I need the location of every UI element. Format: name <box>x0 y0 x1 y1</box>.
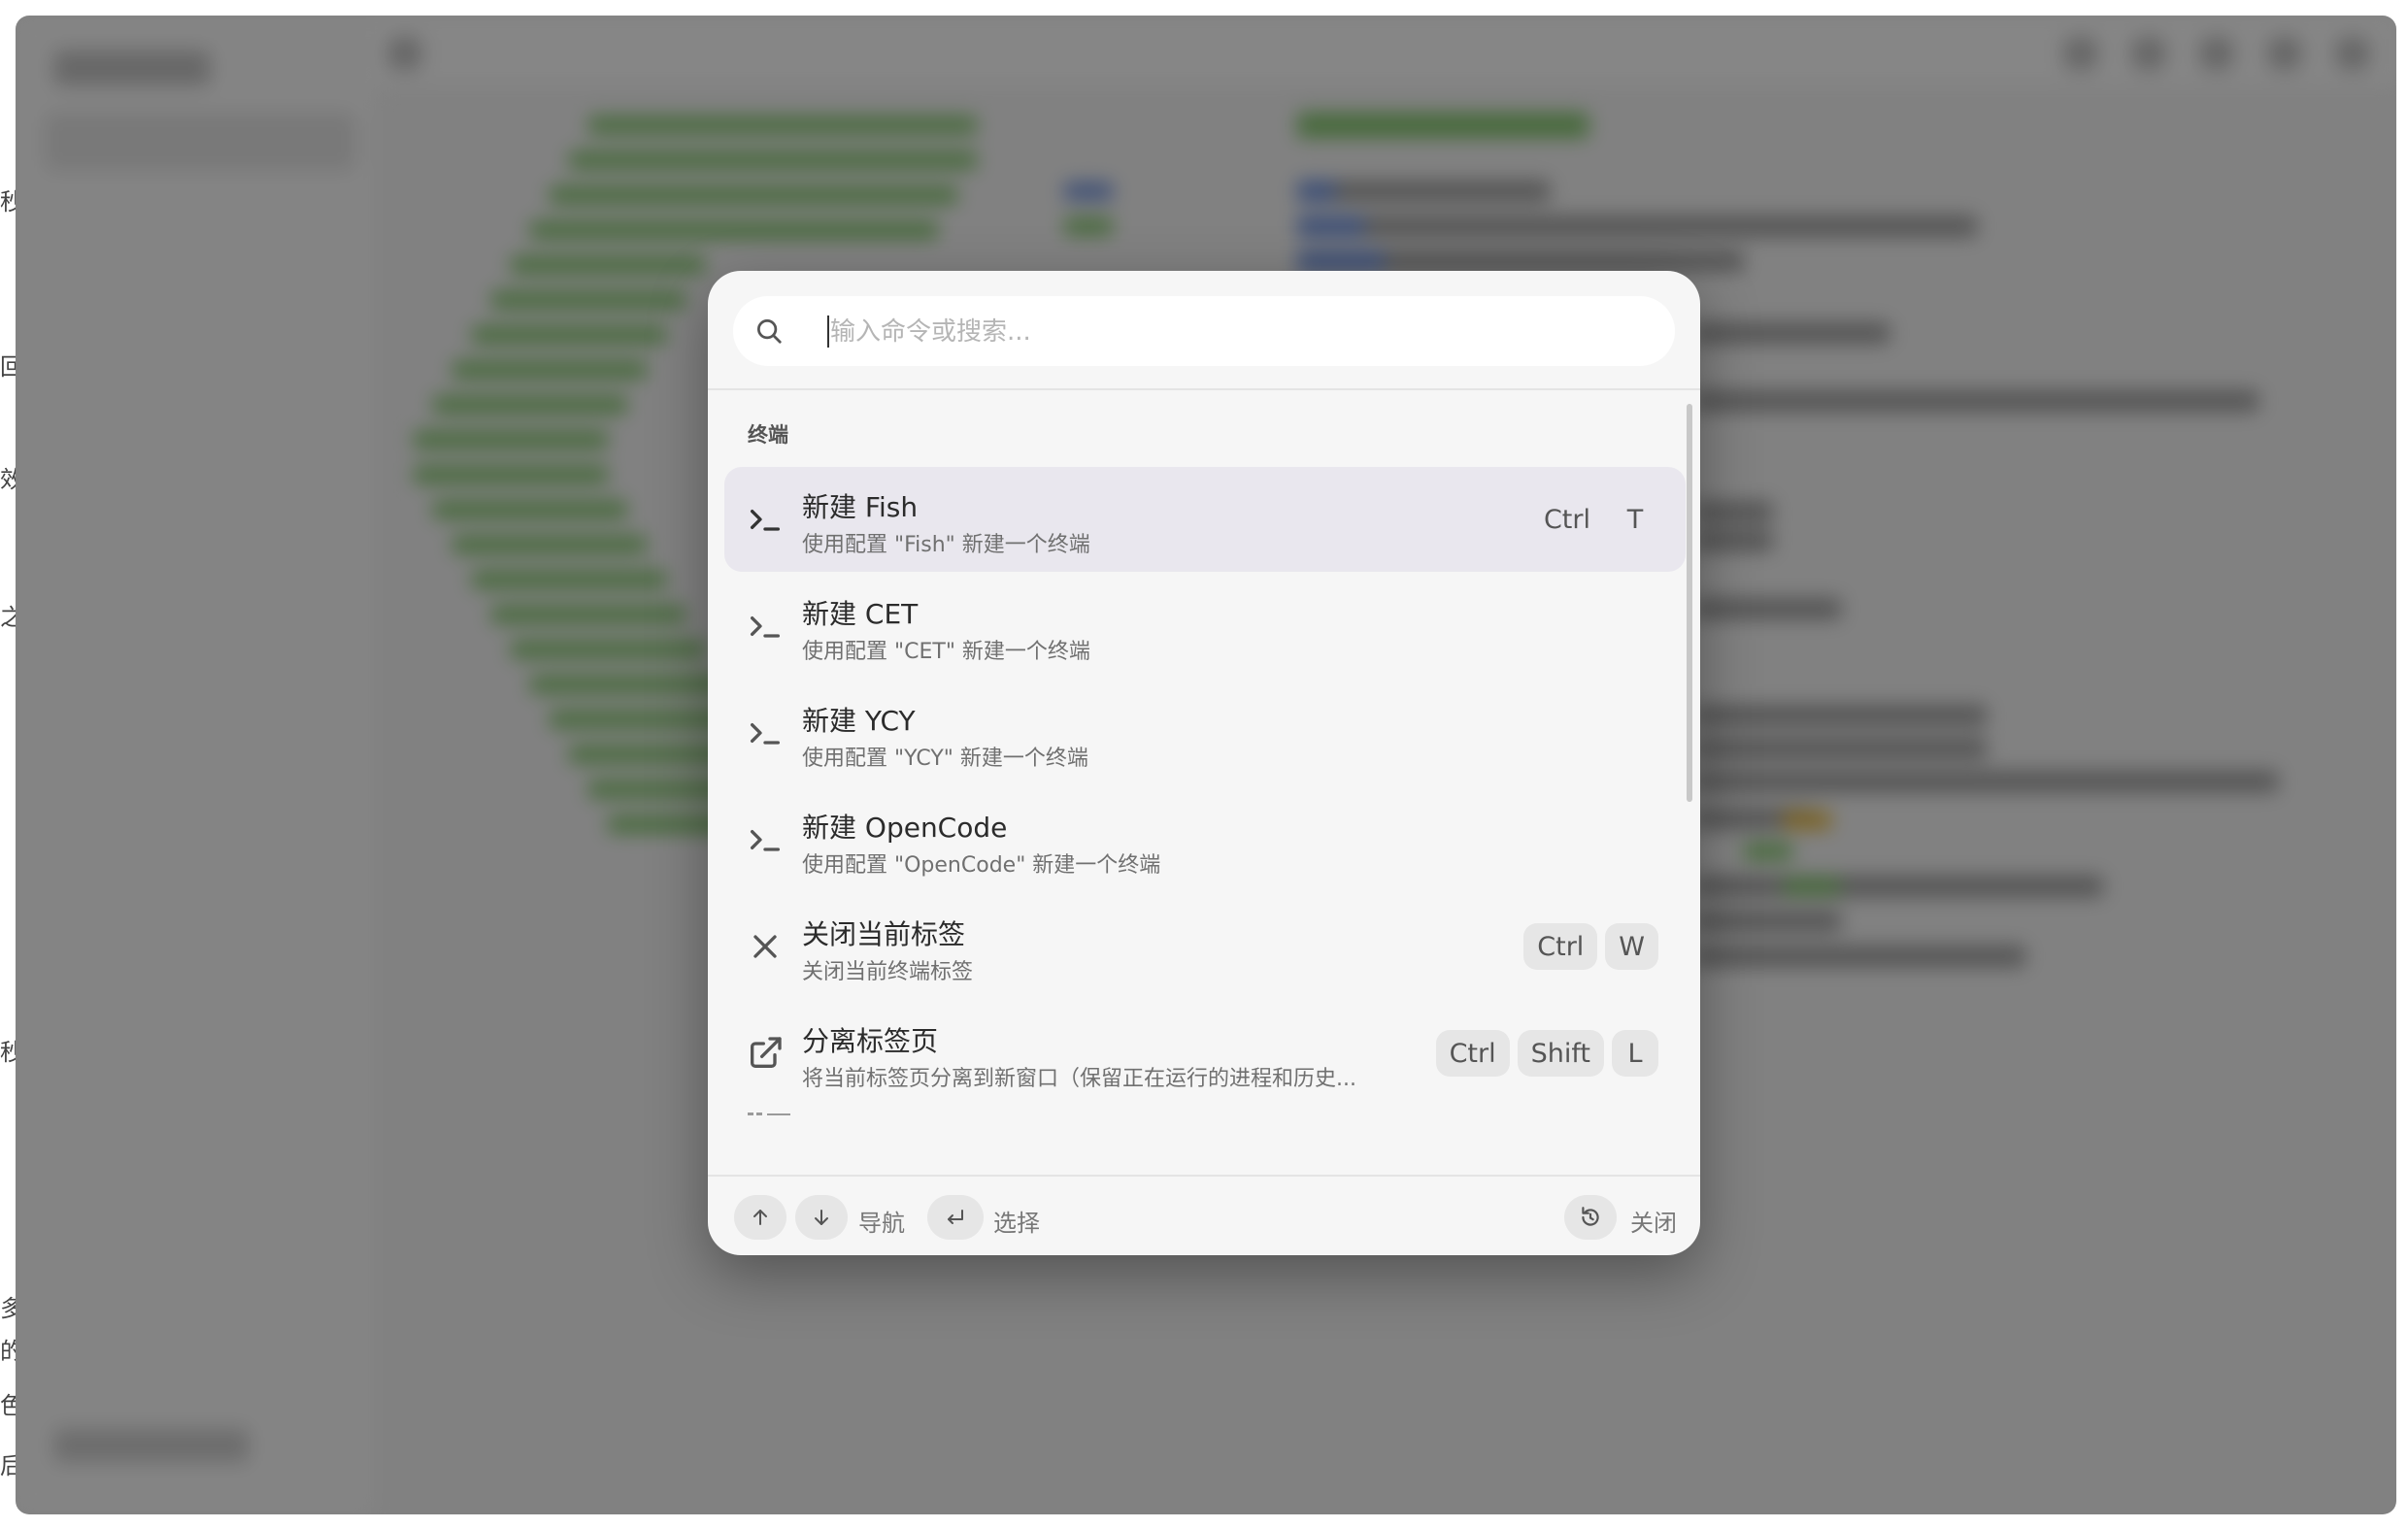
command-title: 新建 OpenCode <box>802 812 1008 844</box>
escape-key[interactable] <box>1564 1195 1617 1240</box>
section-label-terminal: 终端 <box>748 423 788 447</box>
enter-icon <box>948 1210 963 1224</box>
command-item-new-cet[interactable]: 新建 CET 使用配置 "CET" 新建一个终端 <box>724 574 1686 679</box>
key-ctrl: Ctrl <box>1435 1030 1510 1077</box>
edge-text-fragment: 多 <box>0 1295 16 1322</box>
key-t: T <box>1626 504 1644 535</box>
select-label: 选择 <box>993 1210 1040 1237</box>
command-item-new-opencode[interactable]: 新建 OpenCode 使用配置 "OpenCode" 新建一个终端 <box>724 787 1686 892</box>
command-description: 将当前标签页分离到新窗口（保留正在运行的进程和历史... <box>802 1067 1356 1091</box>
text-caret <box>827 316 829 348</box>
search-icon <box>757 319 782 344</box>
results-scrollbar[interactable] <box>1687 404 1692 802</box>
command-title: 分离标签页 <box>802 1025 939 1057</box>
command-item-new-fish[interactable]: 新建 Fish 使用配置 "Fish" 新建一个终端 Ctrl T <box>724 467 1686 572</box>
edge-text-fragment: 回 <box>0 353 16 381</box>
command-title: 新建 CET <box>802 598 919 630</box>
terminal-prompt-icon <box>751 723 780 745</box>
edge-text-fragment: 后 <box>0 1452 16 1479</box>
enter-key <box>927 1195 984 1240</box>
search-bar[interactable] <box>733 296 1675 366</box>
arrow-down-icon <box>815 1210 828 1225</box>
key-shift: Shift <box>1517 1030 1604 1077</box>
close-icon <box>753 935 777 958</box>
command-description: 关闭当前终端标签 <box>802 960 974 984</box>
command-item-close-tab[interactable]: 关闭当前标签 关闭当前终端标签 Ctrl W <box>724 894 1686 999</box>
command-item-detach-tab[interactable]: 分离标签页 将当前标签页分离到新窗口（保留正在运行的进程和历史... Ctrl … <box>724 1001 1686 1106</box>
command-description: 使用配置 "Fish" 新建一个终端 <box>802 533 1090 557</box>
command-results-list[interactable]: 终端 新建 Fish 使用配置 "Fish" 新建一个终端 Ctrl T 新建 … <box>708 390 1700 1175</box>
edge-text-fragment: 秒 <box>0 1039 16 1066</box>
palette-footer: 导航 选择 关闭 <box>708 1177 1700 1255</box>
edge-text-fragment: 色 <box>0 1392 16 1419</box>
arrow-down-key <box>795 1195 848 1240</box>
edge-text-fragment: 的 <box>0 1338 16 1365</box>
edge-text-fragment: 秒 <box>0 188 16 216</box>
shortcut-keys: Ctrl Shift L <box>1435 1030 1658 1077</box>
command-description: 使用配置 "OpenCode" 新建一个终端 <box>802 853 1161 878</box>
shortcut-keys: Ctrl W <box>1523 923 1658 970</box>
close-label[interactable]: 关闭 <box>1630 1204 1677 1238</box>
command-title: 新建 YCY <box>802 705 916 737</box>
key-ctrl: Ctrl <box>1523 923 1598 970</box>
terminal-prompt-icon <box>751 830 780 851</box>
arrow-up-key <box>734 1195 786 1240</box>
navigate-label: 导航 <box>858 1210 905 1237</box>
search-input[interactable] <box>828 306 1648 358</box>
command-palette: 终端 新建 Fish 使用配置 "Fish" 新建一个终端 Ctrl T 新建 … <box>708 271 1700 1255</box>
key-l: L <box>1612 1030 1658 1077</box>
command-description: 使用配置 "CET" 新建一个终端 <box>802 640 1090 664</box>
terminal-prompt-icon <box>751 616 780 638</box>
command-title: 关闭当前标签 <box>802 918 966 950</box>
command-description: 使用配置 "YCY" 新建一个终端 <box>802 747 1088 771</box>
command-title: 新建 Fish <box>802 491 919 523</box>
command-item-new-ycy[interactable]: 新建 YCY 使用配置 "YCY" 新建一个终端 <box>724 681 1686 785</box>
next-section-label-partial <box>748 1113 790 1115</box>
arrow-up-icon <box>753 1210 767 1225</box>
edge-text-fragment: 效 <box>0 466 16 493</box>
external-link-icon <box>751 1037 782 1068</box>
escape-icon <box>1582 1207 1599 1226</box>
shortcut-keys: Ctrl T <box>1530 496 1658 543</box>
edge-text-fragment: 之 <box>0 604 16 631</box>
terminal-prompt-icon <box>751 510 780 531</box>
key-w: W <box>1605 923 1658 970</box>
key-ctrl: Ctrl <box>1543 504 1590 535</box>
